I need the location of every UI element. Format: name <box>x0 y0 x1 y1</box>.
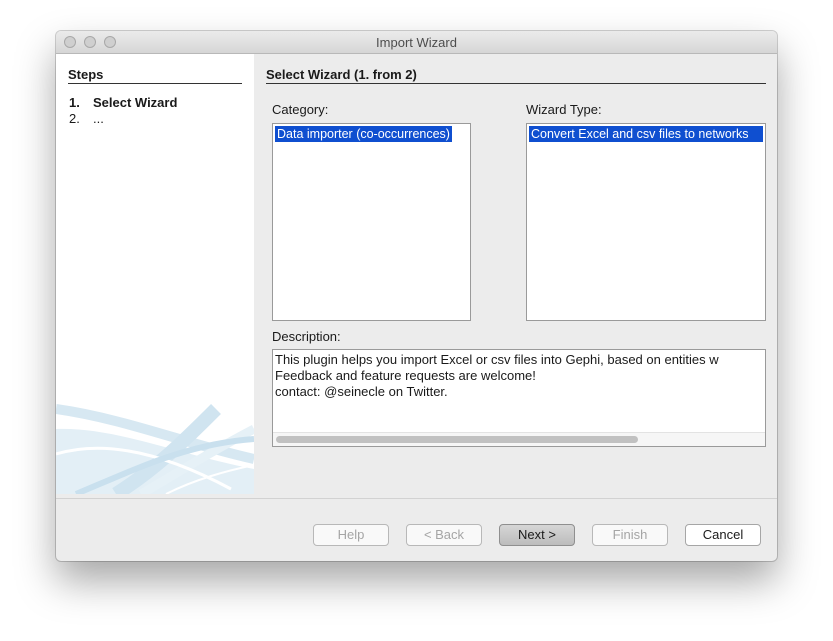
step-number: 2. <box>69 111 80 126</box>
gephi-wave-art <box>56 404 254 494</box>
cancel-button[interactable]: Cancel <box>685 524 761 546</box>
category-list[interactable]: Data importer (co-occurrences) <box>272 123 471 321</box>
help-button[interactable]: Help <box>313 524 389 546</box>
step-label: ... <box>93 111 104 126</box>
step-number: 1. <box>69 95 80 110</box>
wizard-type-item-selected[interactable]: Convert Excel and csv files to networks <box>529 126 763 142</box>
content-heading: Select Wizard (1. from 2) <box>266 67 766 84</box>
button-bar-separator <box>56 498 777 499</box>
steps-heading: Steps <box>68 67 242 84</box>
scrollbar-thumb[interactable] <box>276 436 638 443</box>
step-item-next: 2.... <box>69 111 104 126</box>
category-item-selected[interactable]: Data importer (co-occurrences) <box>275 126 452 142</box>
finish-button[interactable]: Finish <box>592 524 668 546</box>
back-button[interactable]: < Back <box>406 524 482 546</box>
wizard-type-list[interactable]: Convert Excel and csv files to networks <box>526 123 766 321</box>
title-bar[interactable]: Import Wizard <box>56 31 777 54</box>
step-item-select-wizard: 1. Select Wizard <box>69 95 177 110</box>
step-label: Select Wizard <box>93 95 178 110</box>
description-label: Description: <box>272 329 341 344</box>
wizard-type-label: Wizard Type: <box>526 102 602 117</box>
next-button[interactable]: Next > <box>499 524 575 546</box>
description-line: Feedback and feature requests are welcom… <box>275 368 536 383</box>
description-line: contact: @seinecle on Twitter. <box>275 384 448 399</box>
description-line: This plugin helps you import Excel or cs… <box>275 352 719 367</box>
description-horizontal-scrollbar[interactable] <box>273 432 765 446</box>
category-label: Category: <box>272 102 329 117</box>
window-title: Import Wizard <box>376 35 457 50</box>
import-wizard-window: Import Wizard Steps 1. Select Wizard 2...… <box>56 31 777 561</box>
steps-panel: Steps 1. Select Wizard 2.... <box>56 54 254 494</box>
description-text-area[interactable]: This plugin helps you import Excel or cs… <box>272 349 766 447</box>
